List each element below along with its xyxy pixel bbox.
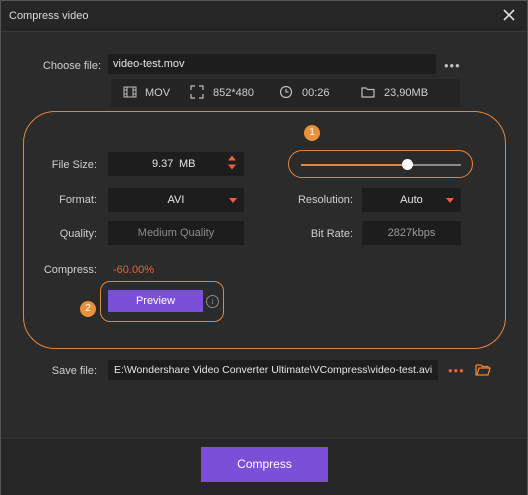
title-bar: Compress video xyxy=(1,1,527,32)
compress-dialog: Compress video Choose file: video-test.m… xyxy=(0,0,528,495)
compress-button[interactable]: Compress xyxy=(201,447,328,482)
resolution-icon xyxy=(190,85,204,102)
source-info-bar: MOV 852*480 00:26 23,90MB xyxy=(111,79,460,107)
format-label: Format: xyxy=(59,194,97,206)
choose-file-browse-button[interactable]: ••• xyxy=(444,58,461,73)
file-size-value: 9.37 xyxy=(152,158,174,170)
footer-bar: Compress xyxy=(1,438,527,495)
info-icon[interactable]: i xyxy=(206,295,219,308)
bitrate-label: Bit Rate: xyxy=(310,228,353,240)
quality-placeholder: Medium Quality xyxy=(137,227,215,239)
info-resolution: 852*480 xyxy=(213,87,254,99)
resolution-select[interactable]: Auto xyxy=(362,188,461,212)
chevron-down-icon xyxy=(446,198,454,203)
slider-fill xyxy=(301,164,407,166)
file-size-label: File Size: xyxy=(51,159,97,171)
choose-file-field[interactable]: video-test.mov xyxy=(108,54,436,74)
choose-file-value: video-test.mov xyxy=(113,58,185,70)
quality-field[interactable]: Medium Quality xyxy=(108,221,244,245)
stepper-arrows-icon[interactable] xyxy=(228,155,236,173)
info-size: 23,90MB xyxy=(384,87,429,99)
preview-button[interactable]: Preview xyxy=(108,290,203,312)
format-value: AVI xyxy=(167,194,185,206)
save-file-label: Save file: xyxy=(51,365,97,377)
step-badge-2: 2 xyxy=(80,301,96,317)
quality-label: Quality: xyxy=(59,228,97,240)
slider-thumb[interactable] xyxy=(401,159,413,170)
clock-icon xyxy=(279,85,293,102)
resolution-label: Resolution: xyxy=(297,194,353,206)
info-duration: 00:26 xyxy=(302,87,330,99)
close-icon[interactable] xyxy=(499,5,519,25)
bitrate-value: 2827kbps xyxy=(387,227,436,239)
info-format: MOV xyxy=(145,87,171,99)
chevron-down-icon xyxy=(229,198,237,203)
compress-label: Compress: xyxy=(43,264,97,276)
window-title: Compress video xyxy=(9,10,89,22)
file-size-unit: MB xyxy=(179,158,196,170)
choose-file-label: Choose file: xyxy=(42,60,101,72)
save-file-value: E:\Wondershare Video Converter Ultimate\… xyxy=(114,364,433,376)
format-select[interactable]: AVI xyxy=(108,188,244,212)
file-size-stepper[interactable]: 9.37 MB xyxy=(108,152,244,176)
folder-icon xyxy=(361,85,375,102)
step-badge-1: 1 xyxy=(304,125,320,141)
film-icon xyxy=(123,85,137,102)
bitrate-field[interactable]: 2827kbps xyxy=(362,221,461,245)
save-file-more-button[interactable]: ••• xyxy=(448,363,465,378)
save-file-field[interactable]: E:\Wondershare Video Converter Ultimate\… xyxy=(108,360,438,380)
compress-ratio-value: -60.00% xyxy=(113,264,154,276)
file-size-slider[interactable] xyxy=(301,159,461,170)
open-folder-icon[interactable] xyxy=(475,363,491,379)
